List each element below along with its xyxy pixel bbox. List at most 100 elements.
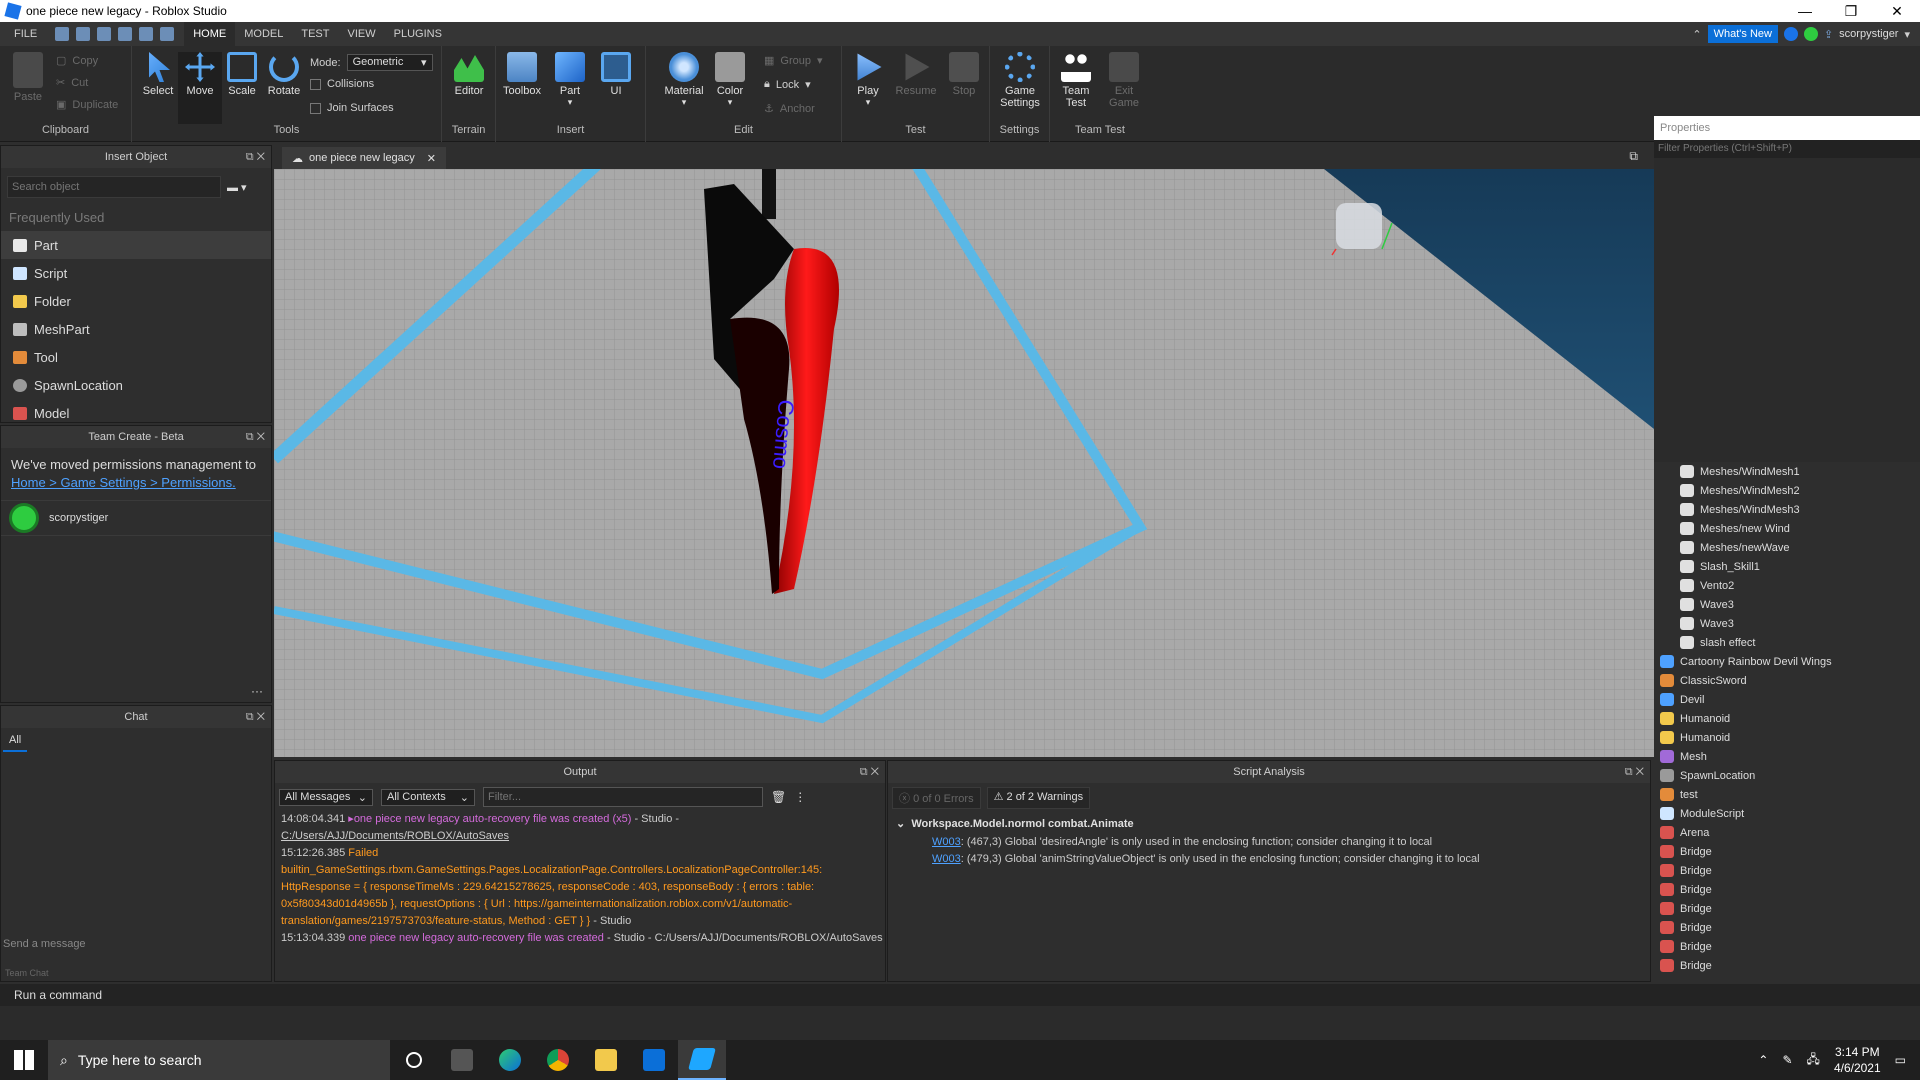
explorer-item[interactable]: Cartoony Rainbow Devil Wings — [1654, 652, 1920, 671]
tab-plugins[interactable]: PLUGINS — [385, 22, 451, 46]
explorer-item[interactable]: Mesh — [1654, 747, 1920, 766]
insert-item-model[interactable]: Model — [1, 399, 271, 427]
cortana-icon[interactable] — [390, 1040, 438, 1080]
output-filter-input[interactable] — [483, 787, 763, 807]
close-button[interactable]: ✕ — [1874, 3, 1920, 20]
copy-button[interactable]: ▢ Copy — [56, 54, 98, 68]
insert-item-spawnlocation[interactable]: SpawnLocation — [1, 371, 271, 399]
explorer-item[interactable]: Wave3 — [1654, 614, 1920, 633]
explorer-item[interactable]: Vento2 — [1654, 576, 1920, 595]
pen-icon[interactable]: ✎ — [1782, 1053, 1792, 1067]
insert-item-tool[interactable]: Tool — [1, 343, 271, 371]
mail-icon[interactable] — [630, 1040, 678, 1080]
explorer-item[interactable]: Bridge — [1654, 918, 1920, 937]
cut-button[interactable]: ✂ Cut — [56, 76, 88, 90]
maximize-button[interactable]: ❐ — [1828, 3, 1874, 20]
sa-warning[interactable]: W003: (467,3) Global 'desiredAngle' is o… — [888, 834, 1650, 851]
notification-icon[interactable]: ▭ — [1895, 1053, 1906, 1067]
network-icon[interactable]: 🖧︎ — [1807, 1050, 1820, 1071]
sa-script-row[interactable]: ⌄ Workspace.Model.normol combat.Animate — [888, 813, 1650, 834]
explorer-item[interactable]: Bridge — [1654, 842, 1920, 861]
insert-search-input[interactable] — [7, 176, 221, 198]
team-chat-label[interactable]: Team Chat — [5, 968, 49, 978]
anchor-button[interactable]: ⚓︎ Anchor — [764, 102, 815, 116]
explorer-item[interactable]: Meshes/new Wind — [1654, 519, 1920, 538]
ui-button[interactable]: UI — [594, 52, 638, 97]
redo-icon[interactable] — [97, 27, 112, 41]
join-surfaces-checkbox[interactable] — [310, 102, 321, 114]
explorer-item[interactable]: test — [1654, 785, 1920, 804]
duplicate-button[interactable]: ▣ Duplicate — [56, 98, 118, 112]
select-button[interactable]: Select — [136, 52, 180, 97]
errors-filter[interactable]: ⓧ 0 of 0 Errors — [892, 787, 981, 809]
username-label[interactable]: scorpystiger — [1839, 28, 1898, 40]
share-icon[interactable]: ⇪ — [1824, 28, 1833, 41]
explorer-item[interactable]: slash effect — [1654, 633, 1920, 652]
team-test-button[interactable]: Team Test — [1054, 52, 1098, 109]
task-view-icon[interactable] — [438, 1040, 486, 1080]
roblox-studio-taskbar-icon[interactable] — [678, 1040, 726, 1080]
chevron-up-icon[interactable]: ⌃ — [1758, 1053, 1768, 1067]
explorer-item[interactable]: ClassicSword — [1654, 671, 1920, 690]
taskbar-search[interactable]: ⌕ Type here to search — [48, 1040, 390, 1080]
new-file-icon[interactable] — [55, 27, 70, 41]
explorer-item[interactable]: Bridge — [1654, 861, 1920, 880]
panel-controls[interactable]: ⧉ ✕ — [1625, 761, 1644, 783]
chat-tab-all[interactable]: All — [3, 728, 27, 752]
explorer-item[interactable]: Bridge — [1654, 937, 1920, 956]
exit-game-button[interactable]: Exit Game — [1102, 52, 1146, 109]
group-button[interactable]: ▦ Group ▾ — [764, 54, 823, 68]
panel-controls[interactable]: ⧉ ✕ — [860, 761, 879, 783]
explorer-item[interactable]: Humanoid — [1654, 709, 1920, 728]
explorer-item[interactable]: Arena — [1654, 823, 1920, 842]
minimize-button[interactable]: — — [1782, 3, 1828, 19]
fullscreen-icon[interactable]: ⧉ — [1629, 149, 1638, 164]
panel-controls[interactable]: ⧉ ✕ — [246, 146, 265, 168]
insert-item-folder[interactable]: Folder — [1, 287, 271, 315]
move-button[interactable]: Move — [178, 52, 222, 124]
document-tab[interactable]: ☁ one piece new legacy ✕ — [282, 147, 447, 169]
insert-item-meshpart[interactable]: MeshPart — [1, 315, 271, 343]
material-button[interactable]: Material ▾ — [662, 52, 706, 108]
color-button[interactable]: Color ▾ — [708, 52, 752, 108]
chat-send-input[interactable]: Send a message — [3, 938, 86, 950]
3d-viewport[interactable]: Cosmo — [274, 169, 1654, 757]
tab-test[interactable]: TEST — [292, 22, 338, 46]
close-tab-icon[interactable]: ✕ — [427, 152, 436, 165]
file-menu[interactable]: FILE — [0, 22, 51, 46]
explorer-item[interactable]: Humanoid — [1654, 728, 1920, 747]
paste-button[interactable]: Paste — [6, 52, 50, 103]
stop-button[interactable]: Stop — [942, 52, 986, 97]
resume-button[interactable]: Resume — [894, 52, 938, 97]
explorer-item[interactable]: SpawnLocation — [1654, 766, 1920, 785]
mode-select[interactable]: Geometric ▾ — [346, 54, 433, 71]
menu-icon[interactable]: ⋮ — [794, 790, 806, 804]
help-icon[interactable] — [1783, 27, 1798, 41]
scale-button[interactable]: Scale — [220, 52, 264, 97]
more-icon[interactable]: ··· — [251, 684, 263, 698]
explorer-item[interactable]: Devil — [1654, 690, 1920, 709]
collapse-ribbon-icon[interactable]: ⌃ — [1692, 28, 1701, 41]
join-surfaces-toggle[interactable]: Join Surfaces — [310, 102, 394, 114]
explorer-item[interactable]: Bridge — [1654, 899, 1920, 918]
toolbox-button[interactable]: Toolbox — [500, 52, 544, 97]
rotate-button[interactable]: Rotate — [262, 52, 306, 97]
contexts-filter[interactable]: All Contexts ⌄ — [381, 788, 475, 806]
terrain-editor-button[interactable]: Editor — [447, 52, 491, 97]
insert-item-part[interactable]: Part — [1, 231, 271, 259]
insert-item-script[interactable]: Script — [1, 259, 271, 287]
panel-controls[interactable]: ⧉ ✕ — [246, 706, 265, 728]
explorer-item[interactable]: Slash_Skill1 — [1654, 557, 1920, 576]
explorer-item[interactable]: Meshes/newWave — [1654, 538, 1920, 557]
tab-view[interactable]: VIEW — [338, 22, 384, 46]
part-button[interactable]: Part ▾ — [548, 52, 592, 108]
tab-home[interactable]: HOME — [184, 22, 236, 46]
panel-controls[interactable]: ⧉ ✕ — [246, 426, 265, 448]
whats-new-button[interactable]: What's New — [1707, 25, 1778, 43]
explorer-item[interactable]: ModuleScript — [1654, 804, 1920, 823]
save-icon[interactable] — [139, 27, 154, 41]
windows-start-icon[interactable] — [14, 1050, 34, 1070]
trash-icon[interactable]: 🗑︎ — [771, 790, 786, 804]
publish-icon[interactable] — [118, 27, 133, 41]
explorer-item[interactable]: Wave3 — [1654, 595, 1920, 614]
